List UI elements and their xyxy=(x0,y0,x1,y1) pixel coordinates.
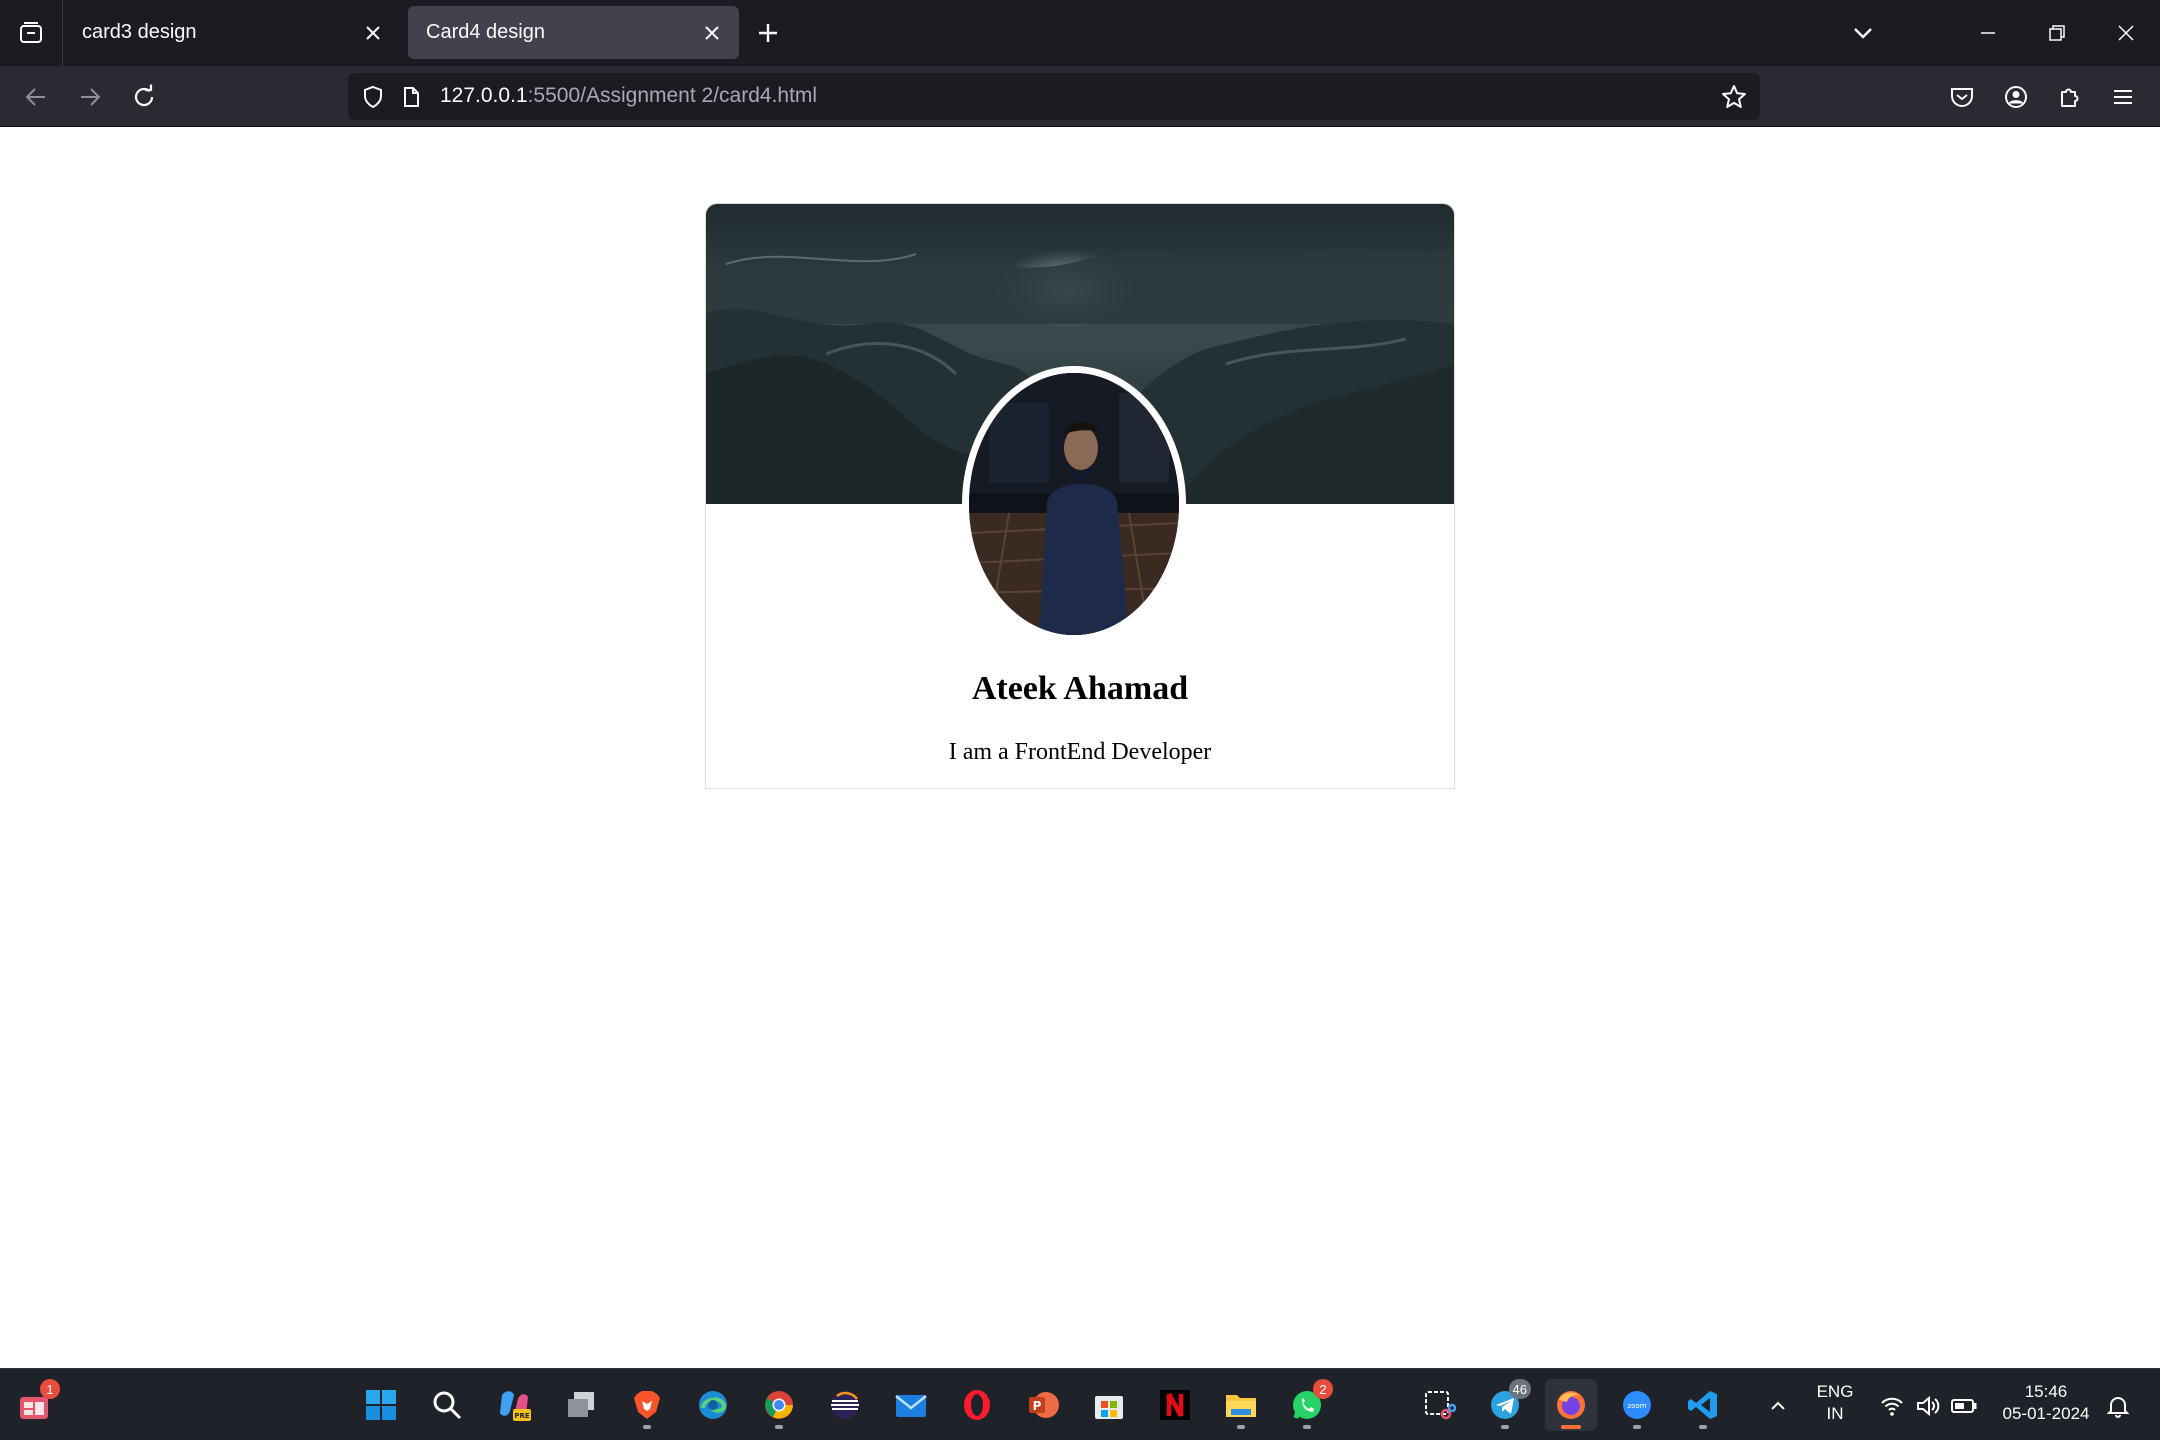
tab-card3-design[interactable]: card3 design xyxy=(64,6,400,59)
svg-text:P: P xyxy=(1033,1399,1042,1413)
close-tab-icon[interactable] xyxy=(699,20,725,46)
tab-label: card3 design xyxy=(82,21,197,43)
puzzle-icon xyxy=(2061,88,2079,107)
eclipse-icon xyxy=(831,1391,859,1419)
powerpoint-icon: P xyxy=(1029,1392,1059,1418)
svg-text:zoom: zoom xyxy=(1627,1402,1646,1410)
search-button[interactable] xyxy=(421,1379,473,1431)
whatsapp-app[interactable]: 2 xyxy=(1281,1379,1333,1431)
back-button[interactable] xyxy=(17,78,55,116)
svg-text:PRE: PRE xyxy=(514,1412,530,1420)
page-viewport: Ateek Ahamad I am a FrontEnd Developer xyxy=(0,127,2160,1368)
clock[interactable]: 15:46 05-01-2024 xyxy=(1996,1381,2096,1425)
windows-taskbar: 1 PRE P 2 46 zoom ENG IN 15:46 05-01-202… xyxy=(0,1368,2160,1440)
navigation-toolbar: 127.0.0.1:5500/Assignment 2/card4.html xyxy=(0,66,2160,127)
forward-button[interactable] xyxy=(71,78,109,116)
telegram-badge: 46 xyxy=(1508,1379,1531,1399)
vscode-app[interactable] xyxy=(1677,1379,1729,1431)
powerpoint-app[interactable]: P xyxy=(1017,1379,1069,1431)
new-tab-button[interactable] xyxy=(752,17,784,49)
task-view-button[interactable] xyxy=(555,1379,607,1431)
tab-card4-design[interactable]: Card4 design xyxy=(408,6,739,59)
pocket-button[interactable] xyxy=(1943,78,1981,116)
list-all-tabs-button[interactable] xyxy=(1843,13,1883,53)
show-hidden-icons-button[interactable] xyxy=(1764,1392,1792,1420)
browser-tab-strip: card3 design Card4 design xyxy=(0,0,2160,66)
chrome-icon xyxy=(765,1391,793,1419)
plus-icon xyxy=(759,24,777,42)
restore-button[interactable] xyxy=(2037,13,2077,53)
reload-icon xyxy=(134,84,154,107)
file-explorer-app[interactable] xyxy=(1215,1379,1267,1431)
netflix-app[interactable] xyxy=(1149,1379,1201,1431)
snipping-tool-icon xyxy=(1425,1391,1456,1420)
url-text[interactable]: 127.0.0.1:5500/Assignment 2/card4.html xyxy=(440,84,817,108)
profile-card: Ateek Ahamad I am a FrontEnd Developer xyxy=(705,203,1455,789)
volume-icon[interactable] xyxy=(1914,1392,1942,1420)
whatsapp-badge: 2 xyxy=(1313,1379,1333,1399)
netflix-icon xyxy=(1160,1390,1190,1420)
microsoft-store-app[interactable] xyxy=(1083,1379,1135,1431)
zoom-icon: zoom xyxy=(1623,1391,1651,1419)
edge-app[interactable] xyxy=(687,1379,739,1431)
extensions-button[interactable] xyxy=(2051,78,2089,116)
folder-icon xyxy=(1226,1395,1256,1417)
pocket-icon xyxy=(1951,88,1973,107)
opera-icon xyxy=(964,1390,990,1420)
close-window-button[interactable] xyxy=(2106,13,2146,53)
battery-icon[interactable] xyxy=(1950,1392,1978,1420)
windows-logo-icon xyxy=(366,1390,396,1420)
profile-role: I am a FrontEnd Developer xyxy=(948,739,1212,765)
opera-app[interactable] xyxy=(951,1379,1003,1431)
chevron-down-icon xyxy=(1854,28,1872,39)
telegram-app[interactable]: 46 xyxy=(1479,1379,1531,1431)
bookmark-star-icon[interactable] xyxy=(1718,81,1750,113)
restore-icon xyxy=(2049,25,2065,41)
arrow-right-icon xyxy=(81,88,101,106)
arrow-left-icon xyxy=(25,88,45,106)
hamburger-menu-icon xyxy=(2114,90,2132,104)
zoom-app[interactable]: zoom xyxy=(1611,1379,1663,1431)
start-button[interactable] xyxy=(355,1379,407,1431)
tab-label: Card4 design xyxy=(426,21,545,43)
snipping-tool-app[interactable] xyxy=(1413,1379,1465,1431)
account-icon xyxy=(2005,86,2027,108)
search-icon xyxy=(433,1391,462,1420)
address-bar[interactable]: 127.0.0.1:5500/Assignment 2/card4.html xyxy=(348,73,1760,120)
edge-icon xyxy=(699,1391,727,1419)
tab-list-icon xyxy=(20,22,42,43)
widgets-button[interactable]: 1 xyxy=(8,1379,60,1431)
chrome-app[interactable] xyxy=(753,1379,805,1431)
eclipse-app[interactable] xyxy=(819,1379,871,1431)
minimize-button[interactable] xyxy=(1968,13,2008,53)
mail-icon xyxy=(895,1395,927,1417)
widgets-badge: 1 xyxy=(40,1379,60,1399)
close-icon xyxy=(2118,25,2134,41)
profile-name: Ateek Ahamad xyxy=(971,670,1189,707)
close-tab-icon[interactable] xyxy=(360,20,386,46)
account-button[interactable] xyxy=(1997,78,2035,116)
firefox-app[interactable] xyxy=(1545,1379,1597,1431)
firefox-icon xyxy=(1557,1391,1585,1419)
wifi-icon[interactable] xyxy=(1878,1392,1906,1420)
page-info-icon[interactable] xyxy=(396,82,426,112)
store-icon xyxy=(1095,1396,1123,1419)
avatar xyxy=(962,366,1186,642)
copilot-app[interactable]: PRE xyxy=(488,1379,540,1431)
language-indicator[interactable]: ENG IN xyxy=(1813,1381,1857,1425)
task-view-icon xyxy=(568,1392,594,1417)
notifications-button[interactable] xyxy=(2104,1392,2132,1420)
brave-icon xyxy=(634,1391,660,1419)
mail-app[interactable] xyxy=(885,1379,937,1431)
brave-app[interactable] xyxy=(621,1379,673,1431)
minimize-icon xyxy=(1981,32,1995,34)
chevron-up-icon xyxy=(1771,1401,1785,1410)
bell-icon xyxy=(2106,1397,2130,1418)
tab-overview-button[interactable] xyxy=(0,0,63,66)
shield-icon[interactable] xyxy=(358,82,388,112)
menu-button[interactable] xyxy=(2104,78,2142,116)
reload-button[interactable] xyxy=(125,78,163,116)
vscode-icon xyxy=(1688,1391,1717,1419)
copilot-icon: PRE xyxy=(500,1391,531,1421)
